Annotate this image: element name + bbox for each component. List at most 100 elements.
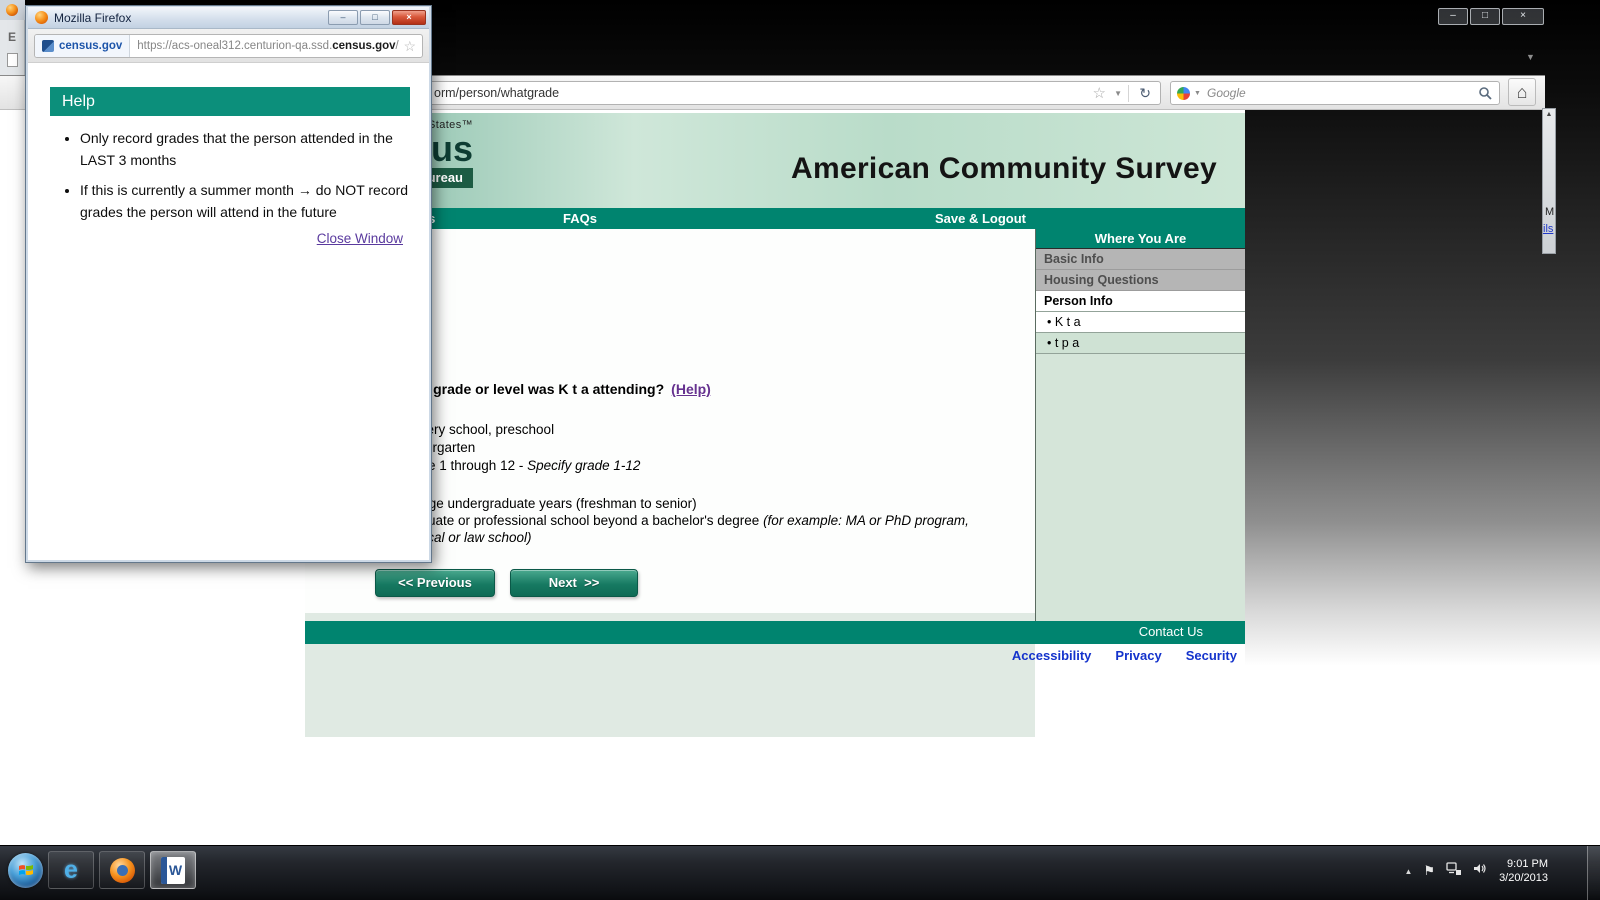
search-input[interactable]: ▼ Google <box>1170 81 1500 105</box>
text-fragment-m: M <box>1545 206 1555 218</box>
previous-button[interactable]: << Previous <box>375 569 495 597</box>
help-popup-window: Mozilla Firefox – □ × census.gov https:/… <box>25 5 432 563</box>
accessibility-link[interactable]: Accessibility <box>1012 648 1092 663</box>
bookmark-star-icon[interactable]: ☆ <box>403 38 422 55</box>
url-text: orm/person/whatgrade <box>434 86 560 100</box>
acs-page: United States™ Census Bureau American Co… <box>305 113 1245 737</box>
security-link[interactable]: Security <box>1186 648 1237 663</box>
nav-save-logout[interactable]: Save & Logout <box>935 208 1026 229</box>
system-tray: ▲ ⚑ 9:01 PM 3/20/2013 <box>1404 852 1548 890</box>
where-you-are-sidebar: Where You Are Basic Info Housing Questio… <box>1035 229 1245 621</box>
question-label: What grade or level was K t a attending? <box>395 381 665 397</box>
firefox-icon <box>109 857 135 883</box>
site-identity-label: census.gov <box>59 40 123 52</box>
windows-logo-icon <box>18 865 33 875</box>
option-grade-1-12[interactable]: Grade 1 through 12 - Specify grade 1-12 <box>377 457 1017 474</box>
acs-nav-bar: Instructions FAQs Save & Logout <box>305 208 1245 229</box>
close-window-link[interactable]: Close Window <box>317 231 403 246</box>
url-domain: census.gov <box>332 40 396 52</box>
text-fragment-ils: ils <box>1543 223 1554 235</box>
next-button[interactable]: Next >> <box>510 569 638 597</box>
show-hidden-icons-icon[interactable]: ▲ <box>1404 867 1412 876</box>
help-bullet: Only record grades that the person atten… <box>80 127 414 172</box>
census-favicon <box>42 40 54 52</box>
acs-banner: United States™ Census Bureau American Co… <box>305 113 1245 208</box>
question-text: What grade or level was K t a attending?… <box>395 381 711 397</box>
scroll-up-icon[interactable]: ▲ <box>1543 109 1555 121</box>
help-bullet-list: Only record grades that the person atten… <box>62 127 414 231</box>
search-engine-dropdown-icon[interactable]: ▼ <box>1194 90 1201 97</box>
sidebar-item-basic-info: Basic Info <box>1036 249 1245 270</box>
action-center-flag-icon[interactable]: ⚑ <box>1423 863 1435 879</box>
word-taskbar-button[interactable]: W <box>150 851 196 889</box>
url-prefix: https://acs-oneal312.centurion-qa.ssd. <box>137 40 333 52</box>
firefox-taskbar-button[interactable] <box>99 851 145 889</box>
sidebar-item-housing-questions: Housing Questions <box>1036 270 1245 291</box>
divider <box>1128 85 1129 102</box>
sidebar-item-k-t-a: • K t a <box>1036 312 1245 333</box>
popup-address-bar-row: census.gov https://acs-oneal312.centurio… <box>28 29 429 63</box>
document-icon <box>7 53 18 67</box>
close-button[interactable]: × <box>392 10 426 25</box>
firefox-icon <box>35 11 48 24</box>
word-letter: W <box>168 862 183 878</box>
option-graduate-professional[interactable]: Graduate or professional school beyond a… <box>377 512 1017 546</box>
internet-explorer-taskbar-button[interactable]: e <box>48 851 94 889</box>
help-bullet: If this is currently a summer month → do… <box>80 179 414 224</box>
word-icon-strip <box>161 856 167 884</box>
popup-title-bar[interactable]: Mozilla Firefox – □ × <box>28 7 429 29</box>
volume-icon[interactable] <box>1473 862 1488 880</box>
maximize-button[interactable]: □ <box>1470 8 1500 25</box>
popup-title: Mozilla Firefox <box>54 10 132 25</box>
taskbar: e W ▲ ⚑ 9:01 PM 3/20/2013 <box>0 845 1600 900</box>
window-text-fragment: E <box>8 30 17 44</box>
minimize-button[interactable]: – <box>1438 8 1468 25</box>
popup-content: Help Only record grades that the person … <box>28 63 429 560</box>
word-icon: W <box>161 856 185 884</box>
desktop: E – □ × ▼ orm/person/whatgrade ☆ ▼ ↻ ▼ G… <box>0 0 1600 900</box>
popup-url-bar[interactable]: census.gov https://acs-oneal312.centurio… <box>34 34 423 58</box>
search-placeholder: Google <box>1207 86 1246 100</box>
option-label-italic: Specify grade 1-12 <box>527 458 641 473</box>
option-label: College undergraduate years (freshman to… <box>398 496 697 511</box>
bookmarks-dropdown-icon[interactable]: ▼ <box>1526 52 1535 62</box>
sidebar-item-t-p-a: • t p a <box>1036 333 1245 354</box>
option-college-undergraduate[interactable]: College undergraduate years (freshman to… <box>377 495 1017 512</box>
privacy-link[interactable]: Privacy <box>1115 648 1161 663</box>
taskbar-clock[interactable]: 9:01 PM 3/20/2013 <box>1499 857 1548 886</box>
site-identity-chip[interactable]: census.gov <box>35 35 131 57</box>
maximize-button[interactable]: □ <box>360 10 390 25</box>
acs-footer-links: Accessibility Privacy Security <box>305 648 1237 663</box>
clock-time: 9:01 PM <box>1507 857 1548 870</box>
background-window-fragment-top <box>0 0 25 20</box>
option-kindergarten[interactable]: Kindergarten <box>377 439 1017 456</box>
firefox-icon <box>6 4 18 16</box>
network-icon[interactable] <box>1446 861 1462 881</box>
contact-us-link[interactable]: Contact Us <box>1139 624 1203 639</box>
window-controls: – □ × <box>1438 8 1544 25</box>
popup-url-text: https://acs-oneal312.centurion-qa.ssd.ce… <box>130 40 398 52</box>
url-dropdown-icon[interactable]: ▼ <box>1114 89 1122 98</box>
option-nursery-school[interactable]: Nursery school, preschool <box>377 421 1017 438</box>
internet-explorer-icon: e <box>64 855 78 884</box>
google-logo-icon[interactable] <box>1177 87 1190 100</box>
reload-icon[interactable]: ↻ <box>1139 85 1151 102</box>
clock-date: 3/20/2013 <box>1499 872 1548 884</box>
start-button[interactable] <box>8 852 43 888</box>
firefox-globe-icon <box>116 864 128 876</box>
taskbar-left: e W <box>8 851 196 889</box>
show-desktop-button[interactable] <box>1587 846 1600 900</box>
minimize-button[interactable]: – <box>328 10 358 25</box>
page-title: American Community Survey <box>791 152 1217 185</box>
help-link[interactable]: (Help) <box>671 381 711 397</box>
search-icon[interactable] <box>1478 86 1492 105</box>
option-label: Graduate or professional school beyond a… <box>398 513 764 528</box>
close-button[interactable]: × <box>1502 8 1544 25</box>
nav-faqs[interactable]: FAQs <box>563 208 597 229</box>
home-icon[interactable]: ⌂ <box>1508 78 1536 106</box>
bookmark-star-icon[interactable]: ☆ <box>1093 84 1106 102</box>
acs-footer-bar: Contact Us <box>305 621 1245 644</box>
background-window-fragment-side: E <box>0 20 25 77</box>
help-header: Help <box>50 87 410 116</box>
sidebar-item-person-info: Person Info <box>1036 291 1245 312</box>
